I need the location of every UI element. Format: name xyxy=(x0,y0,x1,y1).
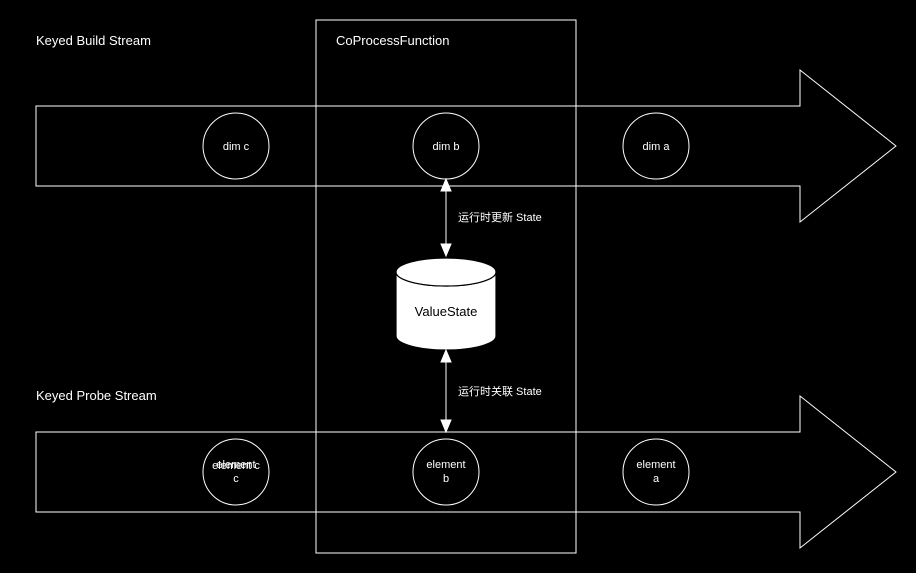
probe-node-element-b xyxy=(413,439,479,505)
build-stream-arrow xyxy=(36,70,896,222)
update-state-label: 运行时更新 State xyxy=(458,210,542,224)
build-stream-label: Keyed Build Stream xyxy=(36,33,151,48)
diagram-root: CoProcessFunction Keyed Build Stream dim… xyxy=(0,0,916,573)
build-node-dim-c-label: dim c xyxy=(223,141,250,153)
arrowhead-down-1 xyxy=(441,244,451,256)
value-state-label: ValueState xyxy=(415,304,478,319)
svg-text:element: element xyxy=(426,459,465,471)
join-state-label: 运行时关联 State xyxy=(458,384,542,398)
coprocess-label: CoProcessFunction xyxy=(336,33,449,48)
arrowhead-down-2 xyxy=(441,420,451,432)
arrowhead-up-2 xyxy=(441,350,451,362)
arrowhead-up-1 xyxy=(441,179,451,191)
build-node-dim-a-label: dim a xyxy=(643,141,671,153)
build-node-dim-b-label: dim b xyxy=(433,141,460,153)
svg-text:element: element xyxy=(216,459,255,471)
probe-node-element-c xyxy=(203,439,269,505)
value-state-cylinder: ValueState xyxy=(396,258,496,350)
probe-node-element-a xyxy=(623,439,689,505)
svg-text:b: b xyxy=(443,473,449,485)
probe-stream-label: Keyed Probe Stream xyxy=(36,388,157,403)
svg-text:a: a xyxy=(653,473,660,485)
probe-stream-arrow xyxy=(36,396,896,548)
svg-text:c: c xyxy=(233,473,239,485)
svg-text:element: element xyxy=(636,459,675,471)
